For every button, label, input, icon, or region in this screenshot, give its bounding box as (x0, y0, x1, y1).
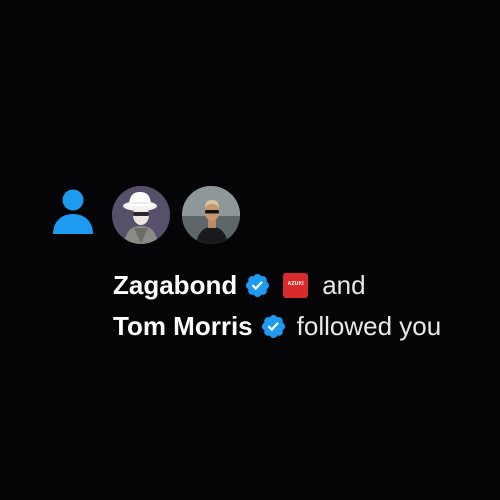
affiliate-badge[interactable]: AZUKI (283, 273, 309, 298)
affiliate-badge-label: AZUKI (287, 281, 304, 287)
notification-line-2: Tom Morris followed you (113, 306, 493, 347)
avatar-tom-morris[interactable] (182, 186, 240, 244)
avatar-zagabond[interactable] (112, 186, 170, 244)
verified-check-icon (244, 272, 271, 299)
notification-screen: Zagabond AZUKI and Tom Morris followed y… (0, 0, 500, 500)
notification-line-1: Zagabond AZUKI and (113, 265, 493, 306)
action-text: followed you (296, 311, 442, 341)
user-name-tom-morris[interactable]: Tom Morris (113, 306, 253, 347)
follow-notification[interactable]: Zagabond AZUKI and Tom Morris followed y… (0, 0, 500, 500)
notification-text: Zagabond AZUKI and Tom Morris followed y… (113, 265, 493, 347)
verified-check-icon (260, 313, 287, 340)
person-icon (51, 188, 95, 236)
user-name-zagabond[interactable]: Zagabond (113, 265, 237, 306)
connector-text: and (322, 270, 366, 300)
